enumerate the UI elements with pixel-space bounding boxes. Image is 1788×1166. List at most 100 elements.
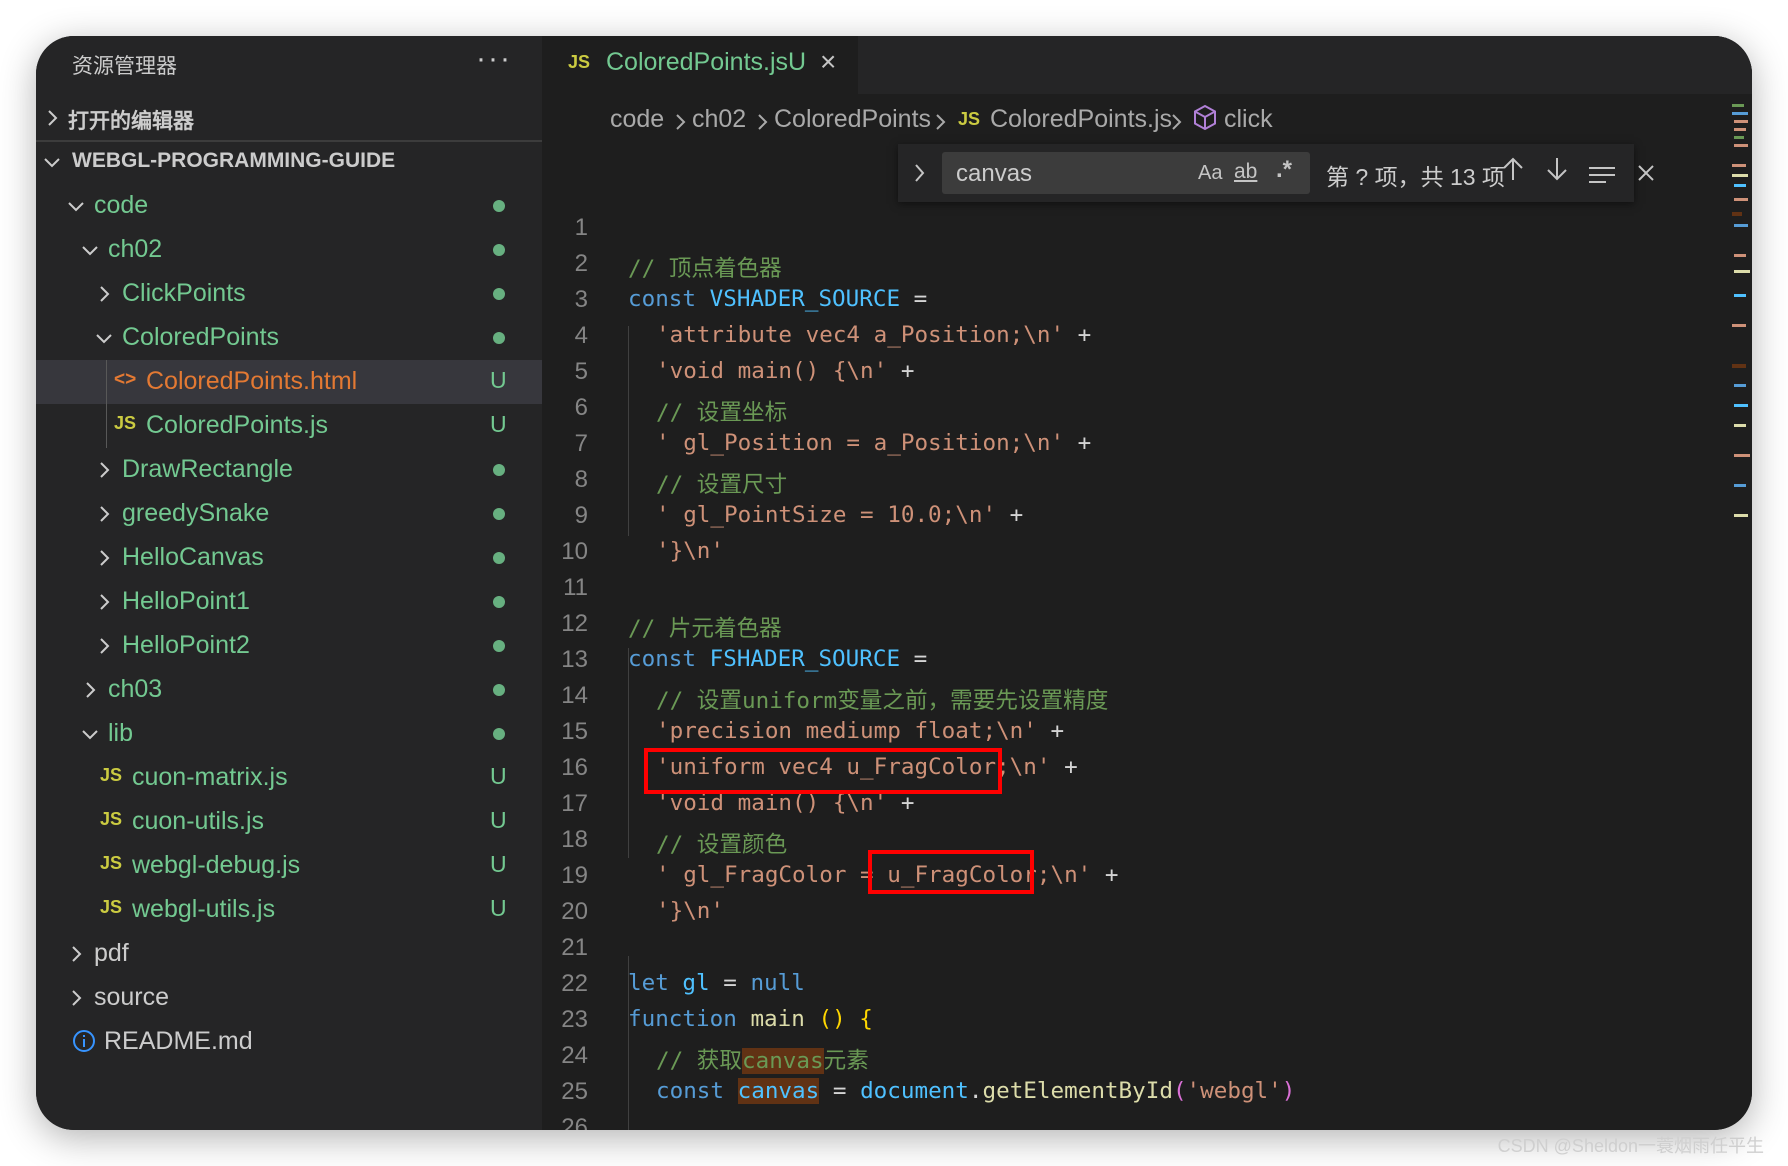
tree-item-code[interactable]: code [36,184,542,228]
string: ' gl_Position = a_Position;\n' [656,430,1065,456]
workspace-root-label: WEBGL-PROGRAMMING-GUIDE [72,149,396,172]
tree-item-lib[interactable]: lib [36,712,542,756]
line-number: 16 [561,754,588,781]
tree-item-ch03[interactable]: ch03 [36,668,542,712]
operator: + [1064,430,1092,456]
arrow-down-icon[interactable] [1546,156,1568,189]
operator: + [1064,322,1092,348]
git-status-badge: U [490,851,507,877]
function-name: getElementById [982,1078,1173,1104]
brace: { [859,1006,873,1032]
js-file-icon: JS [114,413,137,433]
line-number: 26 [561,1114,588,1130]
chevron-right-icon [66,988,86,1008]
indent-guide [106,404,107,448]
tree-item-hellopoint1[interactable]: HelloPoint1 [36,580,542,624]
tree-item-label: HelloCanvas [122,543,264,571]
string: 'precision mediump float;\n' [656,718,1037,744]
parens: () [818,1006,846,1032]
chevron-down-icon [80,240,100,260]
tree-item-label: source [94,983,170,1011]
line-number: 4 [574,322,588,349]
breadcrumb-item-symbol[interactable]: click [1224,105,1273,134]
git-status-badge: U [490,763,507,789]
line-number: 23 [561,1006,588,1033]
highlight-box-uniform [644,748,1002,794]
tree-item-greedysnake[interactable]: greedySnake [36,492,542,536]
tree-item-ch02[interactable]: ch02 [36,228,542,272]
tree-item-hellocanvas[interactable]: HelloCanvas [36,536,542,580]
chevron-right-icon [80,680,100,700]
identifier: gl [682,970,710,996]
git-status-dot [493,332,505,344]
info-icon [72,1029,96,1058]
comment: // 设置颜色 [656,832,788,858]
breadcrumb-item-ch02[interactable]: ch02 [692,105,746,134]
comment: // 获取 [656,1048,742,1074]
indent-guide [628,326,629,536]
tree-item-webgl-debug-js[interactable]: JS webgl-debug.js U [36,844,542,888]
breadcrumb-item-code[interactable]: code [610,105,664,134]
tree-item-coloredpoints-html[interactable]: <> ColoredPoints.html U [36,360,542,404]
git-status-badge: U [490,807,507,833]
chevron-right-icon[interactable] [910,162,930,182]
chevron-right-icon [42,108,62,128]
js-file-icon: JS [568,52,591,72]
breadcrumb: code ch02 ColoredPoints JS ColoredPoints… [542,94,1752,144]
breadcrumb-item-coloredpoints[interactable]: ColoredPoints [774,105,931,134]
tree-item-coloredpoints-js[interactable]: JS ColoredPoints.js U [36,404,542,448]
tree-item-coloredpoints[interactable]: ColoredPoints [36,316,542,360]
line-number: 24 [561,1042,588,1069]
minimap[interactable] [1726,94,1752,1130]
tree-item-pdf[interactable]: pdf [36,932,542,976]
chevron-right-icon [94,592,114,612]
tree-item-cuon-utils-js[interactable]: JS cuon-utils.js U [36,800,542,844]
tab-coloredpoints-js[interactable]: JS ColoredPoints.js U × [542,36,858,94]
close-icon[interactable]: × [820,46,836,78]
tree-item-drawrectangle[interactable]: DrawRectangle [36,448,542,492]
workspace-root-section[interactable]: WEBGL-PROGRAMMING-GUIDE [36,140,542,184]
operator: + [887,358,915,384]
operator: = [819,1078,861,1104]
js-file-icon: JS [100,809,123,829]
explorer-sidebar: 资源管理器 ··· 打开的编辑器 WEBGL-PROGRAMMING-GUIDE… [36,36,542,1130]
operator: = [709,970,751,996]
more-actions-icon[interactable]: ··· [476,42,512,76]
chevron-right-icon [66,944,86,964]
regex-toggle[interactable]: .* [1276,156,1292,184]
open-editors-section[interactable]: 打开的编辑器 [36,96,542,142]
identifier: VSHADER_SOURCE [709,286,901,312]
tree-item-readme-md[interactable]: README.md [36,1020,542,1064]
string: 'void main() {\n' [656,358,888,384]
tree-item-label: README.md [104,1027,253,1055]
line-number: 17 [561,790,588,817]
git-status-badge: U [490,895,507,921]
whole-word-toggle[interactable]: ab [1234,160,1257,184]
comment: // 设置尺寸 [656,472,788,498]
tree-item-clickpoints[interactable]: ClickPoints [36,272,542,316]
arrow-up-icon[interactable] [1502,156,1524,189]
line-number: 3 [574,286,588,313]
tree-item-source[interactable]: source [36,976,542,1020]
tree-item-label: ch02 [108,235,163,263]
match-case-toggle[interactable]: Aa [1198,162,1222,185]
tree-item-hellopoint2[interactable]: HelloPoint2 [36,624,542,668]
operator: = [900,286,928,312]
chevron-right-icon [754,110,770,139]
tree-item-label: lib [108,719,134,747]
breadcrumb-item-file[interactable]: ColoredPoints.js [990,105,1172,134]
tree-item-label: DrawRectangle [122,455,293,483]
tree-item-webgl-utils-js[interactable]: JS webgl-utils.js U [36,888,542,932]
git-status-dot [493,552,505,564]
null-literal: null [750,970,805,996]
chevron-right-icon [94,284,114,304]
editor-window: 资源管理器 ··· 打开的编辑器 WEBGL-PROGRAMMING-GUIDE… [36,36,1752,1130]
find-query: canvas [956,160,1033,187]
open-editors-label: 打开的编辑器 [68,110,194,133]
chevron-right-icon [932,110,948,139]
tree-item-cuon-matrix-js[interactable]: JS cuon-matrix.js U [36,756,542,800]
operator: + [1050,754,1078,780]
code-view[interactable]: 1 2 // 顶点着色器 3 const VSHADER_SOURCE = 4 'at… [542,186,1752,1130]
line-number: 15 [561,718,588,745]
chevron-down-icon [42,152,62,172]
